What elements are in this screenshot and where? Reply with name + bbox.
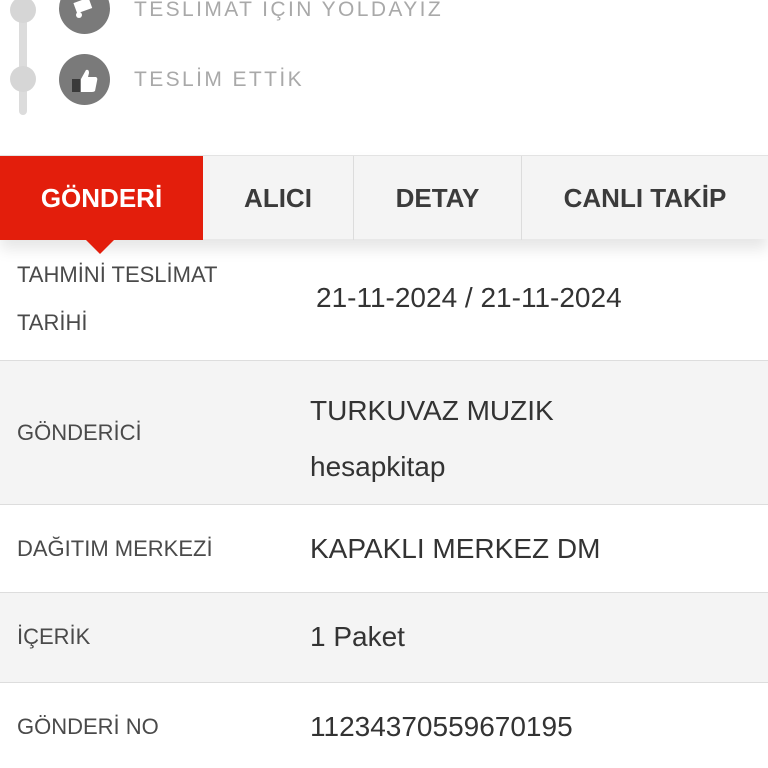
sender-account: hesapkitap [310,451,446,482]
detail-label: TAHMİNİ TESLİMAT TARİHİ [17,262,218,335]
detail-label: GÖNDERİ NO [17,714,159,739]
tab-detay[interactable]: DETAY [354,156,522,240]
detail-row-distribution-center: DAĞITIM MERKEZİ KAPAKLI MERKEZ DM [0,505,768,593]
shipment-details: TAHMİNİ TESLİMAT TARİHİ 21-11-2024 / 21-… [0,239,768,768]
detail-value: TURKUVAZ MUZIK hesapkitap [310,383,554,495]
detail-row-estimated-delivery: TAHMİNİ TESLİMAT TARİHİ 21-11-2024 / 21-… [0,239,768,361]
tab-bar: GÖNDERİ ALICI DETAY CANLI TAKİP [0,155,768,254]
detail-label: DAĞITIM MERKEZİ [17,536,213,561]
detail-row-sender: GÖNDERİCİ TURKUVAZ MUZIK hesapkitap [0,361,768,505]
sender-name: TURKUVAZ MUZIK [310,395,554,426]
delivery-timeline: TESLİMAT İÇİN YOLDAYIZ TESLİM ETTİK [0,0,768,130]
detail-value: 21-11-2024 / 21-11-2024 [316,282,622,313]
detail-label: İÇERİK [17,624,91,649]
tab-canli-takip[interactable]: CANLI TAKİP [522,156,768,240]
timeline-dot [10,66,36,92]
tab-alici[interactable]: ALICI [203,156,354,240]
timeline-step-label: TESLİMAT İÇİN YOLDAYIZ [134,0,444,21]
detail-row-content: İÇERİK 1 Paket [0,593,768,683]
detail-value: 1 Paket [310,621,405,652]
thumbs-up-icon [59,54,110,105]
detail-label: GÖNDERİCİ [17,420,142,445]
timeline-step-label: TESLİM ETTİK [134,68,304,91]
tab-gonderi[interactable]: GÖNDERİ [0,156,203,254]
detail-value: KAPAKLI MERKEZ DM [310,533,601,564]
timeline-dot [10,0,36,23]
detail-row-shipment-no: GÖNDERİ NO 11234370559670195 [0,683,768,768]
truck-icon [59,0,110,34]
detail-value[interactable]: 11234370559670195 [310,699,573,755]
